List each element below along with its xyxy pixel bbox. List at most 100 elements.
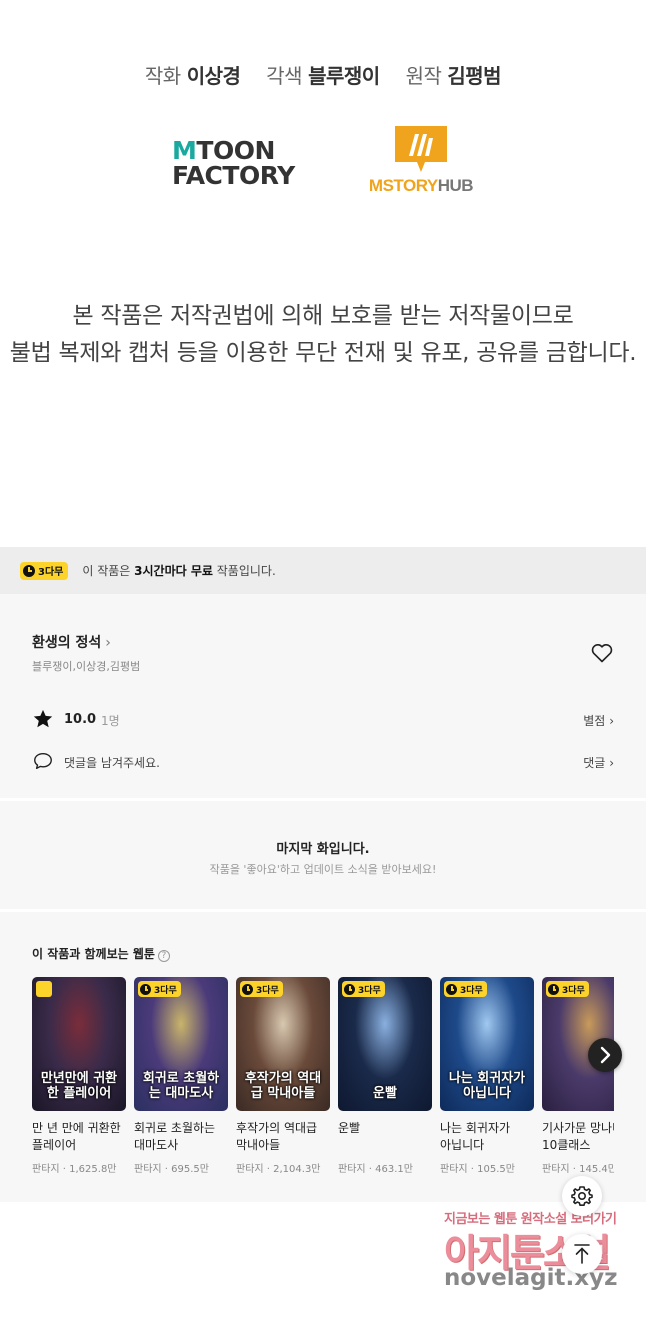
free-timer-bar: 3다무 이 작품은 3시간마다 무료 작품입니다. (0, 547, 646, 594)
series-title: 환생의 정석 (32, 635, 102, 651)
credit-role: 작화 (144, 64, 181, 88)
free-chip (36, 981, 52, 997)
credit-role: 원작 (405, 64, 442, 88)
chip-label: 3다무 (460, 985, 483, 996)
notice-line: 불법 복제와 캡처 등을 이용한 무단 전재 및 유포, 공유를 금합니다. (9, 340, 637, 366)
recommendation-meta: 판타지 · 695.5만 (134, 1164, 209, 1175)
chip-label: 3다무 (562, 985, 585, 996)
recommendation-title: 후작가의 역대급 막내아들 (236, 1121, 318, 1152)
series-authors: 블루쟁이,이상경,김평범 (32, 660, 141, 673)
next-button[interactable] (588, 1038, 622, 1072)
recommendation-title: 회귀로 초월하는 대마도사 (134, 1121, 216, 1152)
cover-thumbnail: 3다무운빨 (338, 977, 432, 1111)
recommendation-card[interactable]: 3다무 회귀로 초월하는 대마도사 회귀로 초월하는 대마도사 판타지 · 695.5… (134, 977, 228, 1175)
credit-name: 이상경 (186, 64, 241, 88)
credits: 작화 이상경 각색 블루쟁이 원작 김평범 (0, 60, 646, 89)
free-bar-text-part: 작품입니다. (212, 564, 276, 578)
heart-outline-icon[interactable] (590, 641, 614, 665)
recommendation-card[interactable]: 3다무 나는 회귀자가 아닙니다 나는 회귀자가 아닙니다 판타지 · 105.5만 (440, 977, 534, 1175)
credit-original: 원작 김평범 (406, 60, 502, 89)
recommendation-title: 기사가문 망나니는 10클래스 (542, 1121, 614, 1152)
recommendation-card[interactable]: 3다무 후작가의 역대급 막내아들 후작가의 역대급 막내아들 판타지 · 2,104… (236, 977, 330, 1175)
cover-title-art: 운빨 (373, 1086, 397, 1101)
rate-link-label: 별점 (583, 714, 606, 728)
clock-icon (446, 983, 457, 995)
recommendation-card[interactable]: 3다무 운빨 운빨 판타지 · 463.1만 (338, 977, 432, 1175)
cover-thumbnail: 만년만에 귀환한 플레이어 (32, 977, 126, 1111)
free-bar-text-part: 이 작품은 (82, 564, 135, 578)
arrow-up-icon (574, 1244, 590, 1264)
recommendation-meta: 판타지 · 105.5만 (440, 1164, 515, 1175)
recommendation-meta: 판타지 · 1,625.8만 (32, 1164, 117, 1175)
credit-art: 작화 이상경 (145, 60, 241, 89)
logo-text-main: MSTORY (368, 176, 438, 195)
notice-line: 본 작품은 저작권법에 의해 보호를 받는 저작물이므로 (72, 303, 574, 329)
settings-button[interactable] (562, 1176, 602, 1216)
logo-text-hub: HUB (437, 176, 474, 195)
clock-icon (140, 983, 151, 995)
speech-bubble-icon (34, 752, 52, 770)
gear-icon (571, 1186, 593, 1206)
credit-adaptation: 각색 블루쟁이 (266, 60, 380, 89)
free-chip: 3다무 (444, 981, 487, 997)
series-title-link[interactable]: 환생의 정석 › (32, 632, 111, 652)
rating-count: 1명 (101, 714, 120, 728)
free-chip: 3다무 (240, 981, 283, 997)
recommendation-card[interactable]: 3다무기사가문 망나니는 10클래스판타지 · 145.4만 (542, 977, 614, 1175)
free-chip: 3다무 (138, 981, 181, 997)
cover-thumbnail: 3다무나는 회귀자가 아닙니다 (440, 977, 534, 1111)
last-episode-title: 마지막 화입니다. (276, 842, 370, 857)
credit-role: 각색 (266, 64, 303, 88)
comment-link-label: 댓글 (583, 756, 606, 770)
recommendations-row: 만년만에 귀환한 플레이어만 년 만에 귀환한 플레이어판타지 · 1,625.… (32, 977, 614, 1187)
chip-label: 3다무 (38, 567, 64, 578)
comment-link[interactable]: 댓글 › (583, 754, 614, 771)
clock-icon (548, 983, 559, 995)
clock-icon (242, 983, 253, 995)
mstory-hub-logo: MSTORYHUB (366, 124, 476, 196)
rating-value: 10.0 (64, 712, 97, 727)
recommendations-section: 이 작품과 함께보는 웹툰? 만년만에 귀환한 플레이어만 년 만에 귀환한 플… (0, 912, 646, 1202)
free-bar-text: 이 작품은 3시간마다 무료 작품입니다. (82, 562, 275, 579)
recommendation-title: 운빨 (338, 1121, 361, 1135)
credit-name: 김평범 (447, 64, 502, 88)
scroll-to-top-button[interactable] (562, 1234, 602, 1274)
recommendation-title: 만 년 만에 귀환한 플레이어 (32, 1121, 121, 1152)
cover-title-art: 만년만에 귀환한 플레이어 (40, 1071, 118, 1101)
recommendation-title: 나는 회귀자가 아닙니다 (440, 1121, 511, 1152)
cover-title-art: 후작가의 역대급 막내아들 (244, 1071, 322, 1101)
clock-icon (344, 983, 355, 995)
cover-thumbnail: 3다무후작가의 역대급 막내아들 (236, 977, 330, 1111)
copyright-notice: 본 작품은 저작권법에 의해 보호를 받는 저작물이므로 불법 복제와 캡처 등… (0, 298, 646, 372)
last-episode-subtitle: 작품을 '좋아요'하고 업데이트 소식을 받아보세요! (209, 863, 437, 876)
cover-title-art: 나는 회귀자가 아닙니다 (448, 1071, 526, 1101)
recommendation-meta: 판타지 · 463.1만 (338, 1164, 413, 1175)
recommendations-heading: 이 작품과 함께보는 웹툰? (32, 945, 170, 962)
mtoon-factory-logo: MTOON FACTORY (172, 138, 312, 188)
chip-label: 3다무 (154, 985, 177, 996)
mstory-badge-icon (393, 124, 449, 174)
chevron-right-icon (600, 1046, 611, 1064)
recommendation-card[interactable]: 만년만에 귀환한 플레이어만 년 만에 귀환한 플레이어판타지 · 1,625.… (32, 977, 126, 1175)
chevron-right-icon: › (105, 635, 111, 651)
comment-input-placeholder[interactable]: 댓글을 남겨주세요. (64, 754, 160, 771)
clock-icon (23, 564, 35, 577)
cover-title-art: 회귀로 초월하는 대마도사 (142, 1071, 220, 1101)
rate-link[interactable]: 별점 › (583, 712, 614, 729)
free-bar-text-bold: 3시간마다 무료 (134, 564, 213, 578)
cover-thumbnail: 3다무회귀로 초월하는 대마도사 (134, 977, 228, 1111)
chip-label: 3다무 (358, 985, 381, 996)
series-card: 환생의 정석 › 블루쟁이,이상경,김평범 10.0 1명 별점 › 댓글을 남겨… (0, 594, 646, 798)
chip-label: 3다무 (256, 985, 279, 996)
logo-text: FACTORY (172, 161, 295, 190)
logo-text: MSTORYHUB (366, 176, 476, 196)
help-icon[interactable]: ? (157, 950, 170, 962)
chevron-right-icon: › (609, 714, 614, 728)
free-chip: 3다무 (546, 981, 589, 997)
recommendation-meta: 판타지 · 145.4만 (542, 1164, 614, 1175)
last-episode-banner: 마지막 화입니다. 작품을 '좋아요'하고 업데이트 소식을 받아보세요! (0, 801, 646, 909)
free-chip: 3다무 (342, 981, 385, 997)
free-chip: 3다무 (20, 561, 69, 580)
recommendations-heading-text: 이 작품과 함께보는 웹툰 (32, 947, 155, 961)
recommendation-meta: 판타지 · 2,104.3만 (236, 1164, 321, 1175)
